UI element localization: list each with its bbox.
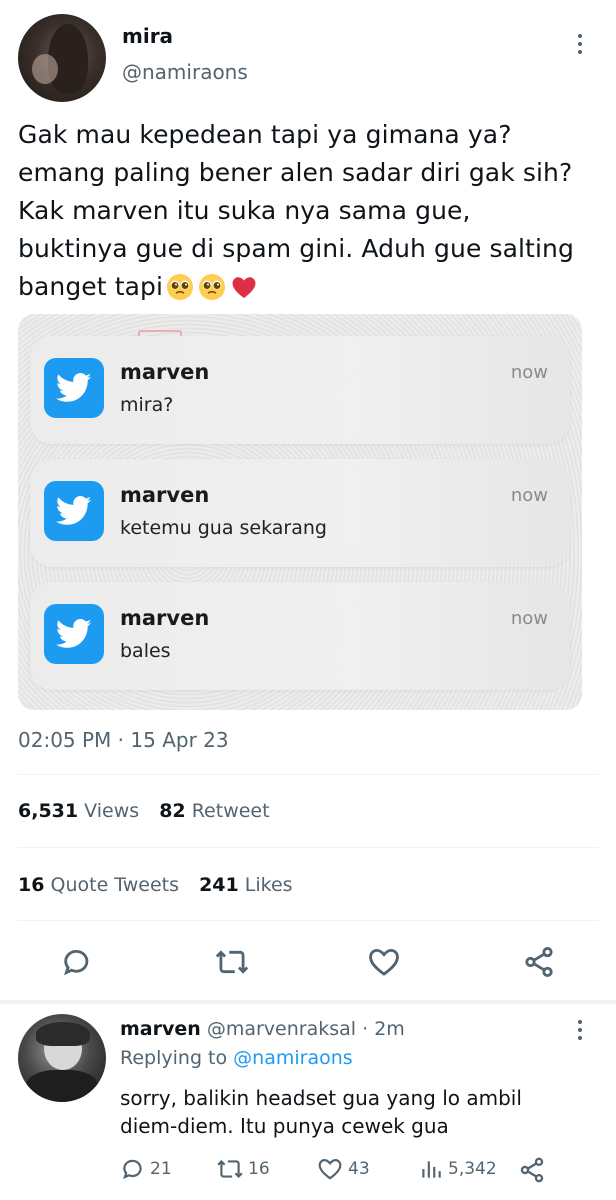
red-heart-emoji	[232, 277, 256, 298]
tweet-text-line: Kak marven itu suka nya sama gue,	[18, 196, 471, 225]
reply-reply-action[interactable]: 21	[120, 1156, 172, 1182]
twitter-bird-icon	[44, 604, 104, 664]
notification-title: marven	[120, 360, 210, 384]
reply-time[interactable]: 2m	[374, 1018, 405, 1040]
notification-time: now	[510, 362, 548, 383]
reply-header: marven @marvenraksal · 2m	[120, 1018, 405, 1040]
likes-count: 241	[199, 874, 239, 896]
twitter-bird-icon	[44, 481, 104, 541]
replying-to-line: Replying to @namiraons	[120, 1047, 353, 1069]
like-heart-icon[interactable]	[366, 945, 402, 979]
notification-title: marven	[120, 606, 210, 630]
author-name[interactable]: mira	[122, 24, 173, 48]
tweet-text-line: banget tapi	[18, 268, 608, 306]
notification-card[interactable]: marven mira? now	[30, 336, 570, 444]
reply-icon[interactable]	[60, 945, 94, 979]
reply-action-bar: 21 16 43 5,342	[120, 1156, 600, 1186]
replying-to-prefix: Replying to	[120, 1047, 228, 1069]
retweets-count: 82	[159, 800, 186, 822]
reply-views-action[interactable]: 5,342	[418, 1156, 497, 1182]
retweets-label: Retweet	[191, 800, 270, 822]
views-count: 6,531	[18, 800, 79, 822]
retweet-icon[interactable]	[214, 945, 250, 979]
notification-body: mira?	[120, 394, 174, 416]
reply-text-line: diem-diem. Itu punya cewek gua	[120, 1114, 449, 1138]
share-icon[interactable]	[518, 1156, 546, 1184]
stats-row-quotes-likes: 16 Quote Tweets 241 Likes	[18, 874, 293, 896]
reply-icon	[123, 1159, 142, 1180]
twitter-bird-icon	[44, 358, 104, 418]
views-bar-chart-icon	[422, 1161, 441, 1178]
quotes-label: Quote Tweets	[50, 874, 180, 896]
likes-stat[interactable]: 241 Likes	[199, 874, 293, 896]
reply-separator: ·	[362, 1018, 369, 1040]
reply-text: sorry, balikin headset gua yang lo ambil…	[120, 1084, 522, 1140]
reply-count: 21	[150, 1159, 172, 1179]
author-handle[interactable]: @namiraons	[122, 60, 248, 84]
views-stat[interactable]: 6,531 Views	[18, 800, 145, 822]
more-options-icon[interactable]	[573, 34, 587, 54]
notification-title: marven	[120, 483, 210, 507]
notification-time: now	[510, 485, 548, 506]
retweet-count: 16	[248, 1159, 270, 1179]
tweet-text-line: emang paling bener alen sadar diri gak s…	[18, 158, 573, 187]
divider	[18, 920, 598, 921]
stats-row-views-retweets: 6,531 Views 82 Retweet	[18, 800, 270, 822]
like-count: 43	[348, 1159, 370, 1179]
retweets-stat[interactable]: 82 Retweet	[159, 800, 269, 822]
tweet-timestamp[interactable]: 02:05 PM · 15 Apr 23	[18, 728, 229, 752]
pleading-face-emoji	[199, 274, 226, 300]
tweet-text-segment: banget tapi	[18, 272, 164, 301]
view-count: 5,342	[448, 1159, 497, 1179]
section-separator	[0, 1000, 616, 1004]
tweet-text-line: Gak mau kepedean tapi ya gimana ya?	[18, 120, 512, 149]
likes-label: Likes	[244, 874, 293, 896]
tweet-media-image[interactable]: marven mira? now marven ketemu gua sekar…	[18, 314, 582, 710]
replying-to-handle[interactable]: @namiraons	[233, 1047, 353, 1069]
reply-author-avatar[interactable]	[18, 1014, 106, 1102]
notification-body: bales	[120, 640, 171, 662]
quotes-count: 16	[18, 874, 45, 896]
notification-card[interactable]: marven ketemu gua sekarang now	[30, 459, 570, 567]
retweet-icon	[217, 1159, 243, 1179]
notification-time: now	[510, 608, 548, 629]
reply-retweet-action[interactable]: 16	[216, 1156, 270, 1182]
like-heart-icon	[318, 1159, 342, 1180]
pleading-face-emoji	[167, 274, 194, 300]
reply-more-options-icon[interactable]	[573, 1020, 587, 1040]
tweet-text-line: buktinya gue di spam gini. Aduh gue salt…	[18, 234, 574, 263]
tweet-text: Gak mau kepedean tapi ya gimana ya? eman…	[18, 116, 608, 306]
views-label: Views	[84, 800, 140, 822]
reply-author-name[interactable]: marven	[120, 1018, 201, 1040]
divider	[18, 774, 598, 775]
divider	[18, 847, 598, 848]
share-icon[interactable]	[522, 945, 556, 979]
reply-text-line: sorry, balikin headset gua yang lo ambil	[120, 1086, 522, 1110]
notification-card[interactable]: marven bales now	[30, 582, 570, 690]
reply-like-action[interactable]: 43	[316, 1156, 370, 1182]
quotes-stat[interactable]: 16 Quote Tweets	[18, 874, 185, 896]
author-avatar[interactable]	[18, 14, 106, 102]
notification-body: ketemu gua sekarang	[120, 517, 327, 539]
reply-author-handle[interactable]: @marvenraksal	[207, 1018, 356, 1040]
